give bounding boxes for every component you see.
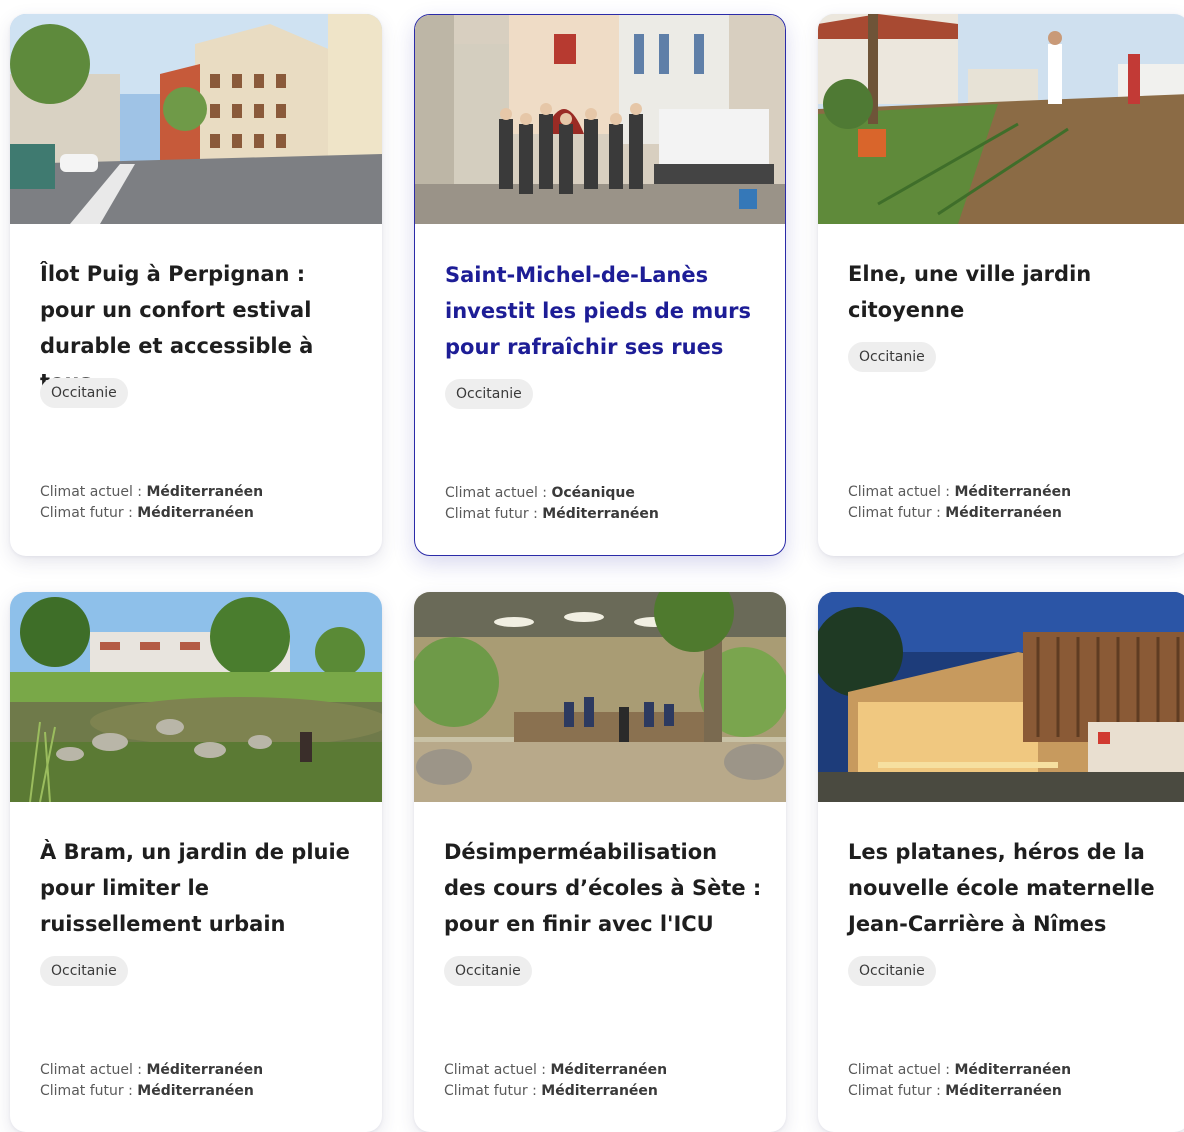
future-climate-label: Climat futur :	[848, 1083, 941, 1099]
current-climate-label: Climat actuel :	[444, 1062, 547, 1078]
region-tag: Occitanie	[444, 956, 532, 986]
future-climate-value: Méditerranéen	[541, 1083, 658, 1099]
current-climate-value: Méditerranéen	[954, 1062, 1072, 1078]
card-image	[10, 14, 382, 224]
future-climate-value: Méditerranéen	[137, 1083, 254, 1099]
region-tag: Occitanie	[40, 378, 128, 408]
climate-info: Climat actuel : Océanique Climat futur :…	[445, 483, 659, 525]
card-image	[10, 592, 382, 802]
future-climate-label: Climat futur :	[40, 1083, 133, 1099]
future-climate-value: Méditerranéen	[137, 505, 254, 521]
current-climate-value: Méditerranéen	[954, 484, 1072, 500]
current-climate-value: Méditerranéen	[146, 484, 264, 500]
card-title[interactable]: À Bram, un jardin de pluie pour limiter …	[40, 834, 360, 942]
region-tag: Occitanie	[445, 379, 533, 409]
current-climate-value: Méditerranéen	[550, 1062, 668, 1078]
card-title[interactable]: Saint-Michel-de-Lanès investit les pieds…	[445, 257, 765, 365]
future-climate-label: Climat futur :	[445, 506, 538, 522]
future-climate-label: Climat futur :	[444, 1083, 537, 1099]
climate-info: Climat actuel : Méditerranéen Climat fut…	[40, 482, 263, 524]
climate-info: Climat actuel : Méditerranéen Climat fut…	[444, 1060, 667, 1102]
climate-info: Climat actuel : Méditerranéen Climat fut…	[40, 1060, 263, 1102]
current-climate-label: Climat actuel :	[40, 484, 143, 500]
current-climate-label: Climat actuel :	[848, 1062, 951, 1078]
card-image	[415, 15, 785, 224]
card-title[interactable]: Désimperméabilisation des cours d’écoles…	[444, 834, 764, 942]
card-title[interactable]: Elne, une ville jardin citoyenne	[848, 256, 1168, 328]
climate-info: Climat actuel : Méditerranéen Climat fut…	[848, 1060, 1071, 1102]
current-climate-label: Climat actuel :	[848, 484, 951, 500]
current-climate-label: Climat actuel :	[40, 1062, 143, 1078]
case-card[interactable]: Îlot Puig à Perpignan : pour un confort …	[10, 14, 382, 556]
case-card[interactable]: À Bram, un jardin de pluie pour limiter …	[10, 592, 382, 1132]
future-climate-value: Méditerranéen	[945, 1083, 1062, 1099]
case-study-grid: Îlot Puig à Perpignan : pour un confort …	[0, 0, 1184, 1132]
card-image	[818, 592, 1184, 802]
climate-info: Climat actuel : Méditerranéen Climat fut…	[848, 482, 1071, 524]
future-climate-label: Climat futur :	[40, 505, 133, 521]
case-card[interactable]: Elne, une ville jardin citoyenne Occitan…	[818, 14, 1184, 556]
current-climate-value: Méditerranéen	[146, 1062, 264, 1078]
region-tag: Occitanie	[40, 956, 128, 986]
region-tag: Occitanie	[848, 342, 936, 372]
card-title[interactable]: Les platanes, héros de la nouvelle école…	[848, 834, 1168, 942]
card-image	[414, 592, 786, 802]
future-climate-label: Climat futur :	[848, 505, 941, 521]
current-climate-value: Océanique	[551, 485, 635, 501]
case-card[interactable]: Désimperméabilisation des cours d’écoles…	[414, 592, 786, 1132]
future-climate-value: Méditerranéen	[542, 506, 659, 522]
region-tag: Occitanie	[848, 956, 936, 986]
current-climate-label: Climat actuel :	[445, 485, 548, 501]
case-card[interactable]: Les platanes, héros de la nouvelle école…	[818, 592, 1184, 1132]
case-card[interactable]: Saint-Michel-de-Lanès investit les pieds…	[414, 14, 786, 556]
card-image	[818, 14, 1184, 224]
future-climate-value: Méditerranéen	[945, 505, 1062, 521]
